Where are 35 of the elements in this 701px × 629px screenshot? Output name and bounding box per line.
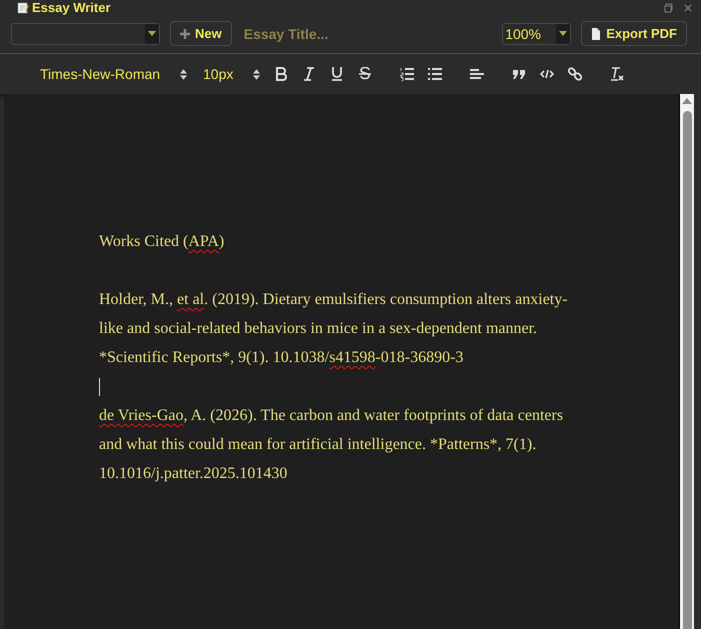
size-picker[interactable]: 10px	[203, 66, 253, 82]
plus-icon	[180, 28, 190, 38]
restore-icon[interactable]	[664, 2, 674, 12]
up-down-icon[interactable]	[253, 68, 260, 80]
paragraph: Holder, M., et al. (2019). Dietary emulsifiers consumption alters anxiety-like and social-related behaviors in mice in a sex-dependent manner. *Scientific Reports*, 9(1). 10.1038/s41598-018-36890-3	[99, 290, 569, 368]
paragraph: de Vries-Gao, A. (2026). The carbon and water footprints of data centers and what this could mean for artificial intelligence. *Patterns*, 7(1). 10.1016/j.patter.2025.101430	[99, 406, 564, 484]
font-picker[interactable]: Times-New-Roman	[40, 66, 180, 82]
caret-icon	[559, 31, 568, 36]
title-field[interactable]: Essay Title...	[242, 24, 386, 42]
scrollbar[interactable]	[680, 94, 694, 629]
export-pdf-button[interactable]: Export PDF	[581, 21, 687, 46]
italic-icon[interactable]	[302, 67, 316, 81]
clear-format-icon[interactable]	[610, 67, 624, 81]
caret-icon	[148, 31, 156, 36]
bullet-list-icon[interactable]	[428, 67, 442, 81]
close-icon[interactable]	[683, 2, 693, 12]
editor-page[interactable]	[4, 94, 680, 629]
document-icon	[591, 28, 602, 40]
up-down-icon[interactable]	[180, 68, 187, 80]
window-title: Essay Writer	[32, 0, 111, 15]
link-icon[interactable]	[568, 67, 582, 81]
align-left-icon[interactable]	[470, 67, 484, 81]
underline-icon[interactable]	[330, 67, 344, 81]
numbered-list-icon[interactable]	[400, 67, 414, 81]
bold-icon[interactable]	[274, 67, 288, 81]
memo-icon	[17, 2, 29, 14]
zoom-select[interactable]: 100%	[502, 22, 572, 44]
quote-icon[interactable]	[512, 67, 526, 81]
text-cursor	[99, 378, 100, 396]
code-icon[interactable]	[540, 67, 554, 81]
new-button[interactable]: New	[170, 21, 232, 46]
scroll-thumb[interactable]	[682, 111, 692, 629]
scroll-up-icon[interactable]	[682, 98, 692, 104]
paragraph: Works Cited (APA)	[99, 232, 226, 252]
strikethrough-icon[interactable]	[358, 67, 372, 81]
